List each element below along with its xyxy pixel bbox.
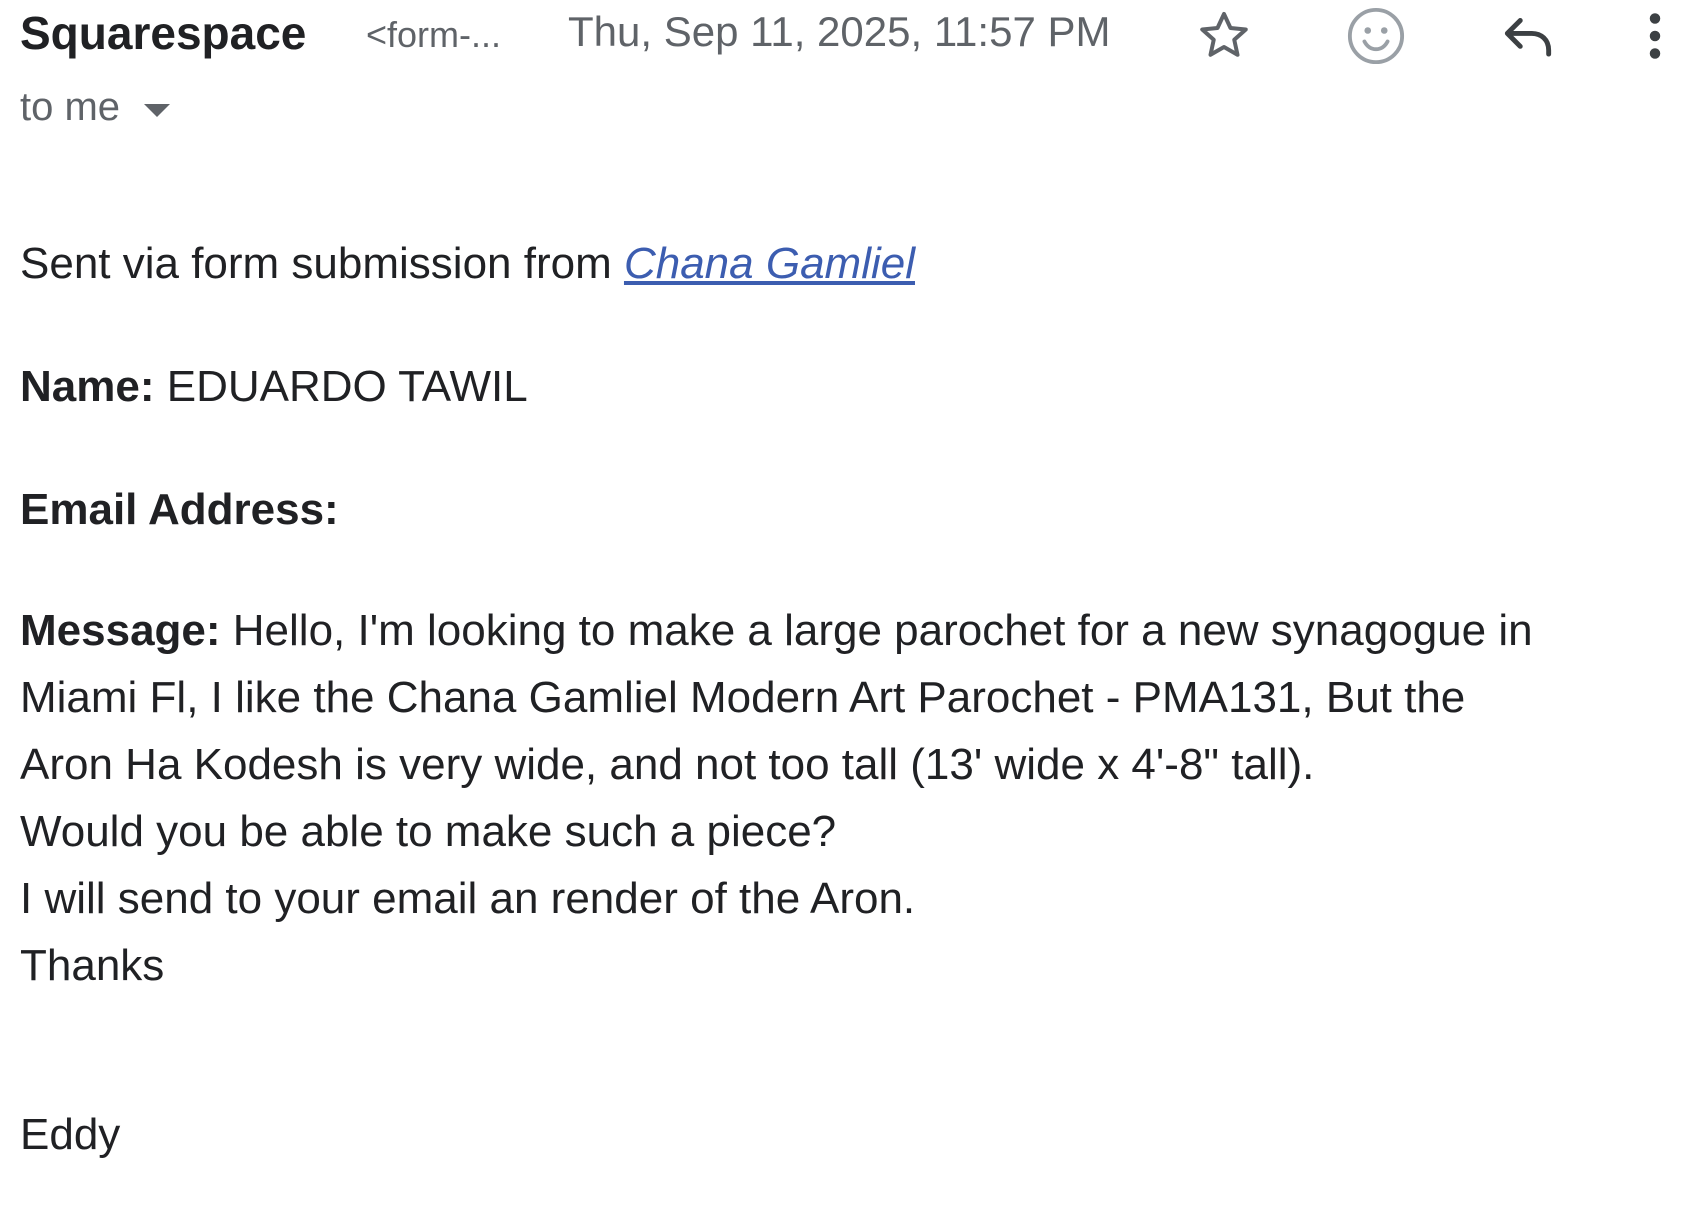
message-line: Aron Ha Kodesh is very wide, and not too… [20, 740, 1315, 789]
recipient-label: to me [20, 84, 121, 129]
message-line: Would you be able to make such a piece? [20, 807, 837, 856]
sent-via-line: Sent via form submission from Chana Gaml… [20, 228, 1695, 300]
more-vert-icon [1649, 13, 1661, 59]
name-value: EDUARDO TAWIL [154, 362, 528, 411]
name-label: Name: [20, 362, 155, 411]
message-text: Hello, I'm looking to make a large paroc… [220, 606, 1533, 655]
email-body: Sent via form submission from Chana Gaml… [20, 228, 1695, 1171]
signature: Eddy [20, 1110, 121, 1159]
message-label: Message: [20, 606, 221, 655]
reply-button[interactable] [1492, 0, 1564, 72]
sender-site-link[interactable]: Chana Gamliel [624, 239, 915, 288]
name-field: Name: EDUARDO TAWIL [20, 351, 1695, 423]
star-button[interactable] [1188, 0, 1260, 72]
star-outline-icon [1200, 12, 1248, 57]
email-date: Thu, Sep 11, 2025, 11:57 PM [568, 8, 1111, 55]
message-line: I will send to your email an render of t… [20, 874, 916, 923]
caret-down-icon [144, 103, 171, 117]
reply-icon [1504, 18, 1552, 57]
sender-email[interactable]: <form-... [366, 14, 501, 56]
sender-name[interactable]: Squarespace [20, 6, 306, 60]
message-line: Message: Hello, I'm looking to make a la… [20, 597, 1695, 664]
recipient-details-toggle[interactable]: to me [20, 80, 171, 134]
add-reaction-icon [1347, 7, 1405, 65]
more-options-button[interactable] [1630, 0, 1680, 72]
sent-via-text: Sent via form submission from [20, 239, 624, 288]
message-line: Miami Fl, I like the Chana Gamliel Moder… [20, 673, 1466, 722]
email-field: Email Address: [20, 474, 1695, 546]
add-reaction-button[interactable] [1340, 0, 1412, 72]
email-header: Squarespace <form-... Thu, Sep 11, 2025,… [20, 0, 1690, 70]
message-line: Thanks [20, 941, 165, 990]
message-field: Message: Hello, I'm looking to make a la… [20, 597, 1695, 999]
email-label: Email Address: [20, 485, 339, 534]
